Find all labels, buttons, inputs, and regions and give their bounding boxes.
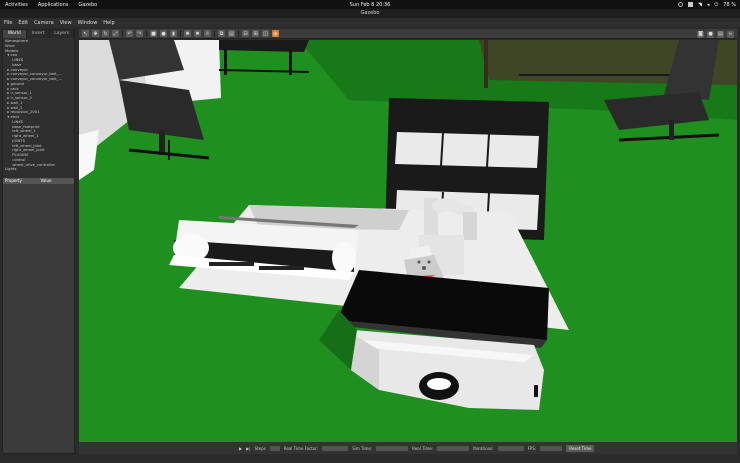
applications-menu[interactable]: Applications (38, 2, 69, 8)
iterations-value (497, 445, 524, 451)
sim-time-value (376, 445, 409, 451)
log-icon[interactable]: ▤ (717, 30, 724, 38)
volume-icon[interactable]: ◂ (707, 2, 710, 8)
steps-label: Steps (254, 445, 266, 451)
screenshot-mode-icon[interactable]: ◉ (272, 30, 279, 37)
play-icon[interactable]: ▶ (239, 446, 242, 451)
rotate-mode-icon[interactable]: ↻ (102, 30, 109, 37)
tab-insert[interactable]: Insert (27, 30, 51, 38)
plot-icon[interactable]: ≈ (727, 30, 734, 38)
redo-icon[interactable]: ↷ (136, 30, 143, 37)
property-header: Property Value (3, 178, 74, 184)
tree-item[interactable]: Lights (5, 167, 72, 172)
tab-layers[interactable]: Layers (50, 30, 75, 38)
menu-view[interactable]: View (60, 20, 72, 26)
left-panel-tabs: World Insert Layers (3, 30, 75, 38)
toolbar-separator (146, 30, 147, 37)
app-name[interactable]: Gazebo (78, 2, 97, 8)
simulation-status-bar: ▶ ▶| Steps Real Time Factor: Sim Time: R… (79, 442, 737, 454)
wifi-icon[interactable]: ◥ (698, 2, 702, 8)
property-column-header: Property (5, 178, 22, 183)
cylinder-shape-icon[interactable]: ▮ (170, 30, 177, 37)
translate-mode-icon[interactable]: ✥ (92, 30, 99, 37)
paste-icon[interactable]: ▤ (228, 30, 235, 37)
scene-viewport[interactable] (79, 40, 737, 442)
menu-bar: File Edit Camera View Window Help (0, 18, 740, 27)
record-icon[interactable]: ● (707, 30, 714, 38)
clock[interactable]: Sun Feb 8 20:36 (350, 2, 391, 8)
steps-field[interactable] (269, 445, 280, 451)
select-mode-icon[interactable]: ↖ (82, 30, 89, 37)
spot-light-icon[interactable]: ✹ (194, 30, 201, 37)
power-icon[interactable]: ⏻ (714, 2, 718, 8)
window-title: Gazebo (0, 9, 740, 18)
fps-value (540, 445, 563, 451)
left-panel: World Insert Layers Atmosphere Wind Models… (2, 29, 75, 454)
scene-render (79, 40, 737, 442)
box-shape-icon[interactable]: ■ (150, 30, 157, 37)
camera-icon[interactable]: ◙ (697, 30, 704, 38)
notification-icon[interactable] (677, 2, 683, 7)
value-column-header: Value (40, 178, 52, 183)
toolbar-separator (214, 30, 215, 37)
real-time-value (437, 445, 470, 451)
copy-icon[interactable]: ⧉ (218, 30, 225, 37)
fps-label: FPS: (527, 445, 537, 451)
tab-world[interactable]: World (3, 30, 27, 38)
menu-window[interactable]: Window (78, 20, 98, 26)
menu-file[interactable]: File (4, 20, 12, 26)
activities-button[interactable]: Activities (5, 2, 28, 8)
point-light-icon[interactable]: ✺ (184, 30, 191, 37)
scene-toolbar: ↖ ✥ ↻ ⤢ ↶ ↷ ■ ● ▮ ✺ ✹ ☼ ⧉ ▤ ⊟ ⊞ ◫ ◉ ◙ ● … (79, 29, 737, 39)
screen-icon[interactable] (687, 2, 693, 7)
snap-icon[interactable]: ⊞ (252, 30, 259, 37)
real-time-factor-label: Real Time Factor: (283, 445, 319, 451)
toolbar-separator (122, 30, 123, 37)
sphere-shape-icon[interactable]: ● (160, 30, 167, 37)
property-table (3, 184, 74, 452)
system-top-bar: Activities Applications Gazebo Sun Feb 8… (0, 0, 740, 9)
scale-mode-icon[interactable]: ⤢ (112, 30, 119, 37)
change-view-icon[interactable]: ◫ (262, 30, 269, 37)
menu-edit[interactable]: Edit (18, 20, 28, 26)
reset-time-button[interactable]: Reset Time (566, 444, 595, 452)
menu-camera[interactable]: Camera (34, 20, 54, 26)
undo-icon[interactable]: ↶ (126, 30, 133, 37)
directional-light-icon[interactable]: ☼ (204, 30, 211, 37)
battery-level[interactable]: 78 % (723, 2, 736, 8)
toolbar-separator (238, 30, 239, 37)
toolbar-separator (180, 30, 181, 37)
step-icon[interactable]: ▶| (246, 446, 250, 451)
align-icon[interactable]: ⊟ (242, 30, 249, 37)
sim-time-label: Sim Time: (352, 445, 373, 451)
world-tree[interactable]: Atmosphere Wind Models ▾ ceo LINKS base ▸ … (3, 38, 74, 178)
real-time-factor-value (322, 445, 349, 451)
real-time-label: Real Time: (412, 445, 434, 451)
iterations-label: Iterations: (473, 445, 494, 451)
menu-help[interactable]: Help (103, 20, 114, 26)
